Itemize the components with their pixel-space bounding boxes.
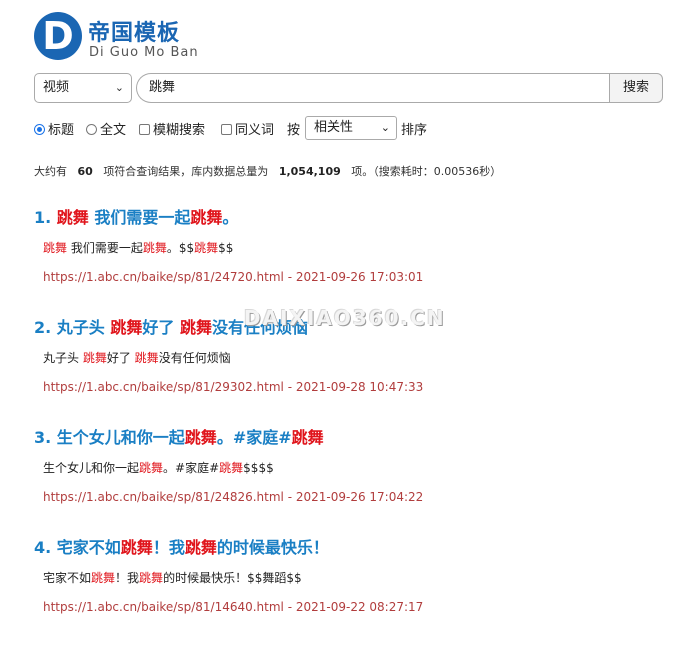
text-segment: 宅家不如 — [43, 571, 92, 585]
keyword-highlight: 跳舞 — [82, 351, 107, 365]
text-segment: 。#家庭# — [216, 428, 292, 447]
text-segment: $$$$ — [243, 461, 274, 475]
text-segment: 生个女儿和你一起 — [43, 461, 140, 475]
logo-name-en: Di Guo Mo Ban — [89, 45, 199, 60]
keyword-highlight: 跳舞 — [194, 241, 219, 255]
search-input[interactable]: 跳舞 — [136, 73, 610, 103]
chevron-down-icon: ⌄ — [380, 121, 390, 134]
result-item: 4. 宅家不如跳舞！我跳舞的时候最快乐！ 宅家不如跳舞！我跳舞的时候最快乐！$$舞… — [34, 535, 674, 645]
search-button[interactable]: 搜索 — [609, 73, 663, 103]
keyword-highlight: 跳舞 — [110, 318, 143, 337]
result-snippet: 生个女儿和你一起跳舞。#家庭#跳舞$$$$ — [43, 457, 674, 479]
text-segment: 4. 宅家不如 — [34, 538, 121, 557]
keyword-highlight: 跳舞 — [184, 428, 217, 447]
text-segment: 我们需要一起 — [88, 208, 191, 227]
checkbox-synonym[interactable]: 同义词 — [221, 119, 274, 138]
radio-title[interactable]: 标题 — [34, 119, 74, 138]
text-segment: 的时候最快乐！ — [216, 538, 329, 557]
keyword-highlight: 跳舞 — [139, 571, 164, 585]
keyword-highlight: 跳舞 — [179, 318, 212, 337]
text-segment: 好了 — [106, 351, 135, 365]
chevron-down-icon: ⌄ — [114, 81, 124, 94]
text-segment: 3. 生个女儿和你一起 — [34, 428, 185, 447]
logo-name-cn: 帝国模板 — [88, 21, 181, 46]
keyword-highlight: 跳舞 — [139, 461, 164, 475]
text-segment: ！我 — [115, 571, 140, 585]
text-segment: 。#家庭# — [163, 461, 220, 475]
result-snippet: 宅家不如跳舞！我跳舞的时候最快乐！$$舞蹈$$ — [43, 567, 674, 589]
text-segment: 2. 丸子头 — [34, 318, 111, 337]
text-segment: $$ — [218, 241, 234, 255]
result-url-link[interactable]: https://1.abc.cn/baike/sp/81/24826.html … — [43, 487, 674, 507]
results-list: 1. 跳舞 我们需要一起跳舞。 跳舞 我们需要一起跳舞。$$跳舞$$ https:/… — [34, 205, 674, 645]
result-stats: 大约有 60 项符合查询结果，库内数据总量为 1,054,109 项。（搜索耗时… — [34, 163, 501, 179]
radio-title-label: 标题 — [48, 123, 75, 138]
result-item: 1. 跳舞 我们需要一起跳舞。 跳舞 我们需要一起跳舞。$$跳舞$$ https:/… — [34, 205, 674, 315]
keyword-highlight: 跳舞 — [56, 208, 89, 227]
radio-unchecked-icon — [86, 124, 97, 135]
sort-by-label: 按 — [287, 123, 301, 138]
text-segment: 丸子头 — [43, 351, 83, 365]
keyword-highlight: 跳舞 — [142, 241, 167, 255]
stats-count: 60 — [77, 165, 93, 178]
keyword-highlight: 跳舞 — [120, 538, 153, 557]
result-title-link[interactable]: 1. 跳舞 我们需要一起跳舞。 — [34, 205, 674, 231]
checkbox-fuzzy[interactable]: 模糊搜索 — [139, 119, 205, 138]
category-select[interactable]: 视频 ⌄ — [34, 73, 132, 103]
keyword-highlight: 跳舞 — [91, 571, 116, 585]
stats-suffix: 项。（搜索耗时：0.00536秒） — [351, 165, 502, 178]
keyword-highlight: 跳舞 — [184, 538, 217, 557]
stats-total: 1,054,109 — [278, 165, 341, 178]
result-item: 3. 生个女儿和你一起跳舞。#家庭#跳舞 生个女儿和你一起跳舞。#家庭#跳舞$$$… — [34, 425, 674, 535]
search-bar: 视频 ⌄ 跳舞 搜索 — [34, 73, 663, 103]
keyword-highlight: 跳舞 — [291, 428, 324, 447]
text-segment: ！我 — [152, 538, 185, 557]
result-snippet: 跳舞 我们需要一起跳舞。$$跳舞$$ — [43, 237, 674, 259]
sort-select[interactable]: 相关性 ⌄ — [305, 116, 397, 140]
sort-suffix-label: 排序 — [401, 123, 428, 138]
checkbox-icon — [139, 124, 150, 135]
keyword-highlight: 跳舞 — [190, 208, 223, 227]
text-segment: 我们需要一起 — [67, 241, 143, 255]
category-value: 视频 — [43, 80, 70, 95]
result-url-link[interactable]: https://1.abc.cn/baike/sp/81/14640.html … — [43, 597, 674, 617]
text-segment: 没有任何烦恼 — [158, 351, 231, 365]
keyword-highlight: 跳舞 — [219, 461, 244, 475]
result-item: 2. 丸子头 跳舞好了 跳舞没有任何烦恼 丸子头 跳舞好了 跳舞没有任何烦恼 htt… — [34, 315, 674, 425]
checkbox-icon — [221, 124, 232, 135]
result-title-link[interactable]: 3. 生个女儿和你一起跳舞。#家庭#跳舞 — [34, 425, 674, 451]
result-url-link[interactable]: https://1.abc.cn/baike/sp/81/24720.html … — [43, 267, 674, 287]
text-segment: 的时候最快乐！$$舞蹈$$ — [163, 571, 302, 585]
radio-fulltext-label: 全文 — [100, 123, 127, 138]
result-snippet: 丸子头 跳舞好了 跳舞没有任何烦恼 — [43, 347, 674, 369]
sort-value: 相关性 — [314, 120, 354, 135]
watermark: DAIXIAO360.CN — [244, 306, 446, 330]
radio-checked-icon — [34, 124, 45, 135]
stats-middle: 项符合查询结果，库内数据总量为 — [103, 165, 269, 178]
checkbox-synonym-label: 同义词 — [235, 123, 275, 138]
text-segment: 。 — [222, 208, 239, 227]
keyword-highlight: 跳舞 — [43, 241, 68, 255]
stats-prefix: 大约有 — [34, 165, 67, 178]
radio-fulltext[interactable]: 全文 — [86, 119, 126, 138]
text-segment: 好了 — [142, 318, 180, 337]
text-segment: 1. — [34, 208, 57, 227]
keyword-highlight: 跳舞 — [134, 351, 159, 365]
result-url-link[interactable]: https://1.abc.cn/baike/sp/81/29302.html … — [43, 377, 674, 397]
logo-mark: D — [34, 12, 82, 60]
result-title-link[interactable]: 4. 宅家不如跳舞！我跳舞的时候最快乐！ — [34, 535, 674, 561]
checkbox-fuzzy-label: 模糊搜索 — [153, 123, 206, 138]
text-segment: 。$$ — [166, 241, 195, 255]
